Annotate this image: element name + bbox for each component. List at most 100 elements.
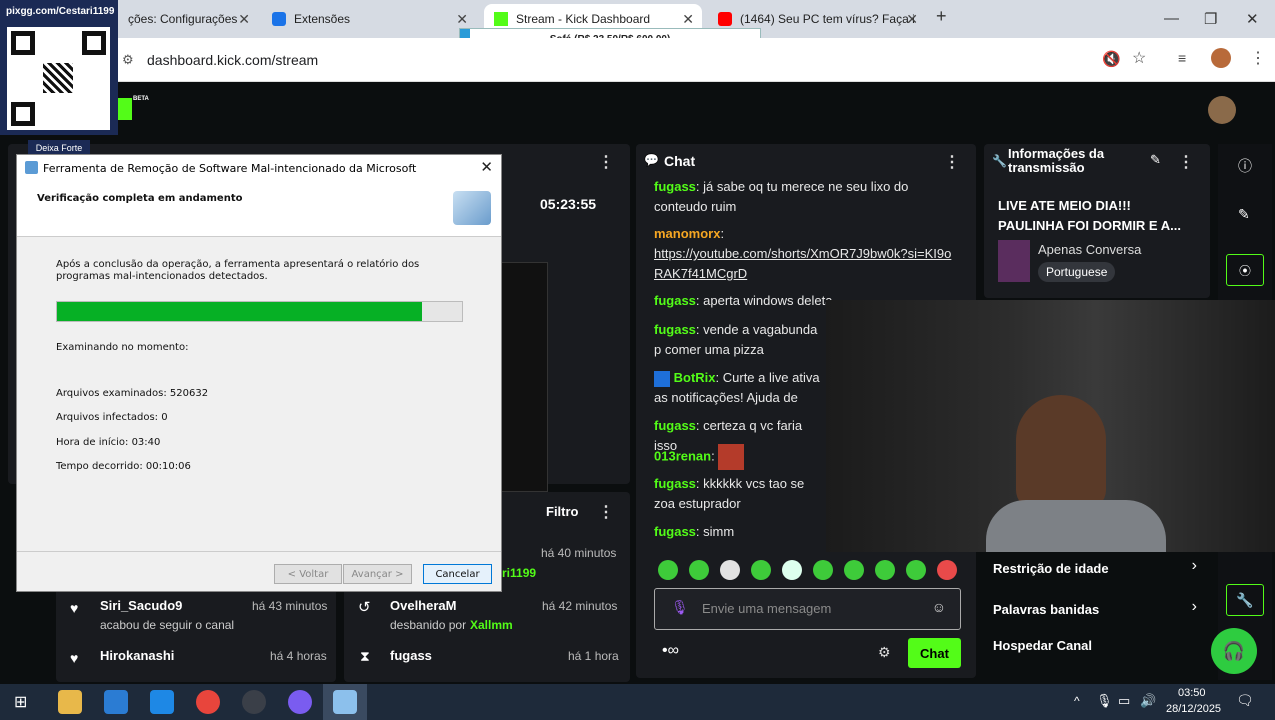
clock-time[interactable]: 03:50 bbox=[1178, 687, 1206, 699]
close-icon[interactable]: ✕ bbox=[682, 11, 694, 28]
computer-scan-icon bbox=[453, 191, 491, 225]
chat-username[interactable]: BotRix bbox=[674, 370, 716, 385]
kebab-menu-icon[interactable]: ⋮ bbox=[944, 152, 960, 172]
file-explorer-icon[interactable] bbox=[58, 690, 82, 714]
stream-title: LIVE ATE MEIO DIA!!! PAULINHA FOI DORMIR… bbox=[998, 198, 1181, 233]
microphone-icon[interactable]: 🎙 bbox=[1096, 693, 1113, 709]
close-icon[interactable]: ✕ bbox=[906, 11, 918, 28]
discord-icon[interactable] bbox=[288, 690, 312, 714]
emote-icon[interactable] bbox=[906, 560, 926, 580]
url-field[interactable]: dashboard.kick.com/stream bbox=[147, 52, 318, 68]
emoji-icon[interactable]: ☺ bbox=[932, 599, 946, 615]
support-chat-icon[interactable]: 🎧 bbox=[1211, 628, 1257, 674]
wrench-icon[interactable]: 🔧 bbox=[1226, 584, 1264, 616]
restore-icon[interactable]: ❐ bbox=[1204, 10, 1217, 28]
volume-icon[interactable]: 🔊 bbox=[1140, 693, 1156, 709]
activity-time: há 42 minutos bbox=[542, 599, 618, 613]
chevron-right-icon: › bbox=[1191, 598, 1197, 615]
send-chat-button[interactable]: Chat bbox=[908, 638, 961, 668]
emote-icon[interactable] bbox=[782, 560, 802, 580]
heart-icon: ♥ bbox=[70, 600, 79, 616]
kick-logo-icon[interactable] bbox=[118, 98, 132, 120]
activity-name: OvelheraM bbox=[390, 598, 457, 613]
chat-username[interactable]: fugass bbox=[654, 476, 696, 491]
qr-pattern bbox=[43, 63, 73, 93]
chat-link[interactable]: https://youtube.com/shorts/XmOR7J9bw0k?s… bbox=[654, 246, 951, 281]
setting-host-channel[interactable]: Hospedar Canal bbox=[993, 637, 1203, 655]
chat-username[interactable]: fugass bbox=[654, 179, 696, 194]
next-button[interactable]: Avançar > bbox=[343, 564, 412, 584]
chat-username[interactable]: fugass bbox=[654, 418, 696, 433]
active-app-highlight[interactable] bbox=[323, 684, 367, 720]
chat-message: fugass: vende a vagabunda p comer uma pi… bbox=[654, 322, 818, 357]
dialog-header: Verificação completa em andamento bbox=[17, 181, 501, 237]
close-icon[interactable]: ✕ bbox=[456, 11, 468, 28]
network-icon[interactable]: ▭ bbox=[1118, 693, 1130, 709]
close-icon[interactable]: ✕ bbox=[480, 158, 493, 176]
menu-icon[interactable]: ⋮ bbox=[1250, 48, 1266, 68]
emote-icon[interactable] bbox=[720, 560, 740, 580]
tab-label: (1464) Seu PC tem vírus? Faça i bbox=[740, 12, 915, 26]
obs-icon[interactable] bbox=[242, 690, 266, 714]
clock-date[interactable]: 28/12/2025 bbox=[1166, 703, 1221, 715]
bot-badge-icon bbox=[654, 370, 670, 387]
chat-text: aperta windows deleta bbox=[703, 293, 833, 308]
chevron-up-icon[interactable]: ^ bbox=[1074, 694, 1080, 708]
emote-image bbox=[718, 444, 745, 470]
qr-finder bbox=[11, 31, 35, 55]
infinity-icon[interactable]: •∞ bbox=[662, 642, 679, 660]
gear-icon[interactable]: ⚙ bbox=[878, 644, 891, 661]
emote-icon[interactable] bbox=[875, 560, 895, 580]
category-name[interactable]: Apenas Conversa bbox=[1038, 242, 1141, 257]
cancel-button[interactable]: Cancelar bbox=[423, 564, 492, 584]
emote-icon[interactable] bbox=[844, 560, 864, 580]
tab-settings[interactable]: ções: Configurações ✕ bbox=[118, 4, 258, 34]
activity-name: Hirokanashi bbox=[100, 648, 175, 663]
mute-icon[interactable]: 🔇 bbox=[1102, 50, 1121, 68]
chat-username[interactable]: fugass bbox=[654, 524, 696, 539]
setting-age-restriction[interactable]: Restrição de idade › bbox=[993, 557, 1203, 578]
beta-badge: BETA bbox=[133, 96, 149, 102]
close-window-icon[interactable]: ✕ bbox=[1246, 10, 1259, 28]
emote-icon[interactable] bbox=[751, 560, 771, 580]
filter-label[interactable]: Filtro bbox=[546, 504, 579, 519]
chrome-icon[interactable] bbox=[196, 690, 220, 714]
pencil-icon[interactable]: ✎ bbox=[1238, 206, 1250, 223]
site-settings-icon[interactable]: ⚙ bbox=[122, 52, 134, 68]
edit-icon[interactable]: ✎ bbox=[1150, 152, 1161, 168]
user-avatar[interactable] bbox=[1208, 96, 1236, 124]
store-icon[interactable] bbox=[104, 690, 128, 714]
emote-icon[interactable] bbox=[937, 560, 957, 580]
close-icon[interactable]: ✕ bbox=[238, 11, 250, 28]
windows-start-icon[interactable]: ⊞ bbox=[14, 692, 27, 712]
unban-icon: ↺ bbox=[358, 599, 371, 616]
elapsed-time: Tempo decorrido: 00:10:06 bbox=[56, 461, 191, 472]
divider bbox=[17, 551, 501, 552]
kebab-menu-icon[interactable]: ⋮ bbox=[598, 152, 614, 172]
activity-time: há 43 minutos bbox=[252, 599, 328, 613]
profile-avatar[interactable] bbox=[1211, 48, 1231, 68]
chat-username[interactable]: 013renan bbox=[654, 448, 711, 463]
camera-icon[interactable]: ⦿ bbox=[1226, 254, 1264, 286]
chat-username[interactable]: fugass bbox=[654, 322, 696, 337]
back-button[interactable]: < Voltar bbox=[274, 564, 342, 584]
emote-icon[interactable] bbox=[689, 560, 709, 580]
media-icon[interactable]: ≡ bbox=[1178, 50, 1186, 66]
microphone-icon[interactable]: 🎙 bbox=[671, 599, 689, 616]
notification-icon[interactable]: 🗨 bbox=[1236, 692, 1254, 709]
info-icon[interactable]: ⓘ bbox=[1238, 156, 1252, 176]
setting-banned-words[interactable]: Palavras banidas › bbox=[993, 598, 1203, 619]
minimize-icon[interactable]: — bbox=[1164, 10, 1179, 27]
activity-desc: acabou de seguir o canal bbox=[100, 618, 235, 632]
emote-icon[interactable] bbox=[813, 560, 833, 580]
chat-input[interactable]: 🎙 Envie uma mensagem ☺ bbox=[654, 588, 961, 630]
tab-extensions[interactable]: Extensões ✕ bbox=[262, 4, 476, 34]
emote-icon[interactable] bbox=[658, 560, 678, 580]
new-tab-button[interactable]: + bbox=[936, 6, 947, 27]
outlook-icon[interactable] bbox=[150, 690, 174, 714]
kebab-menu-icon[interactable]: ⋮ bbox=[1178, 152, 1194, 172]
kebab-menu-icon[interactable]: ⋮ bbox=[598, 502, 614, 522]
chat-username[interactable]: manomorx bbox=[654, 226, 720, 241]
chat-username[interactable]: fugass bbox=[654, 293, 696, 308]
star-icon[interactable]: ☆ bbox=[1132, 48, 1146, 68]
